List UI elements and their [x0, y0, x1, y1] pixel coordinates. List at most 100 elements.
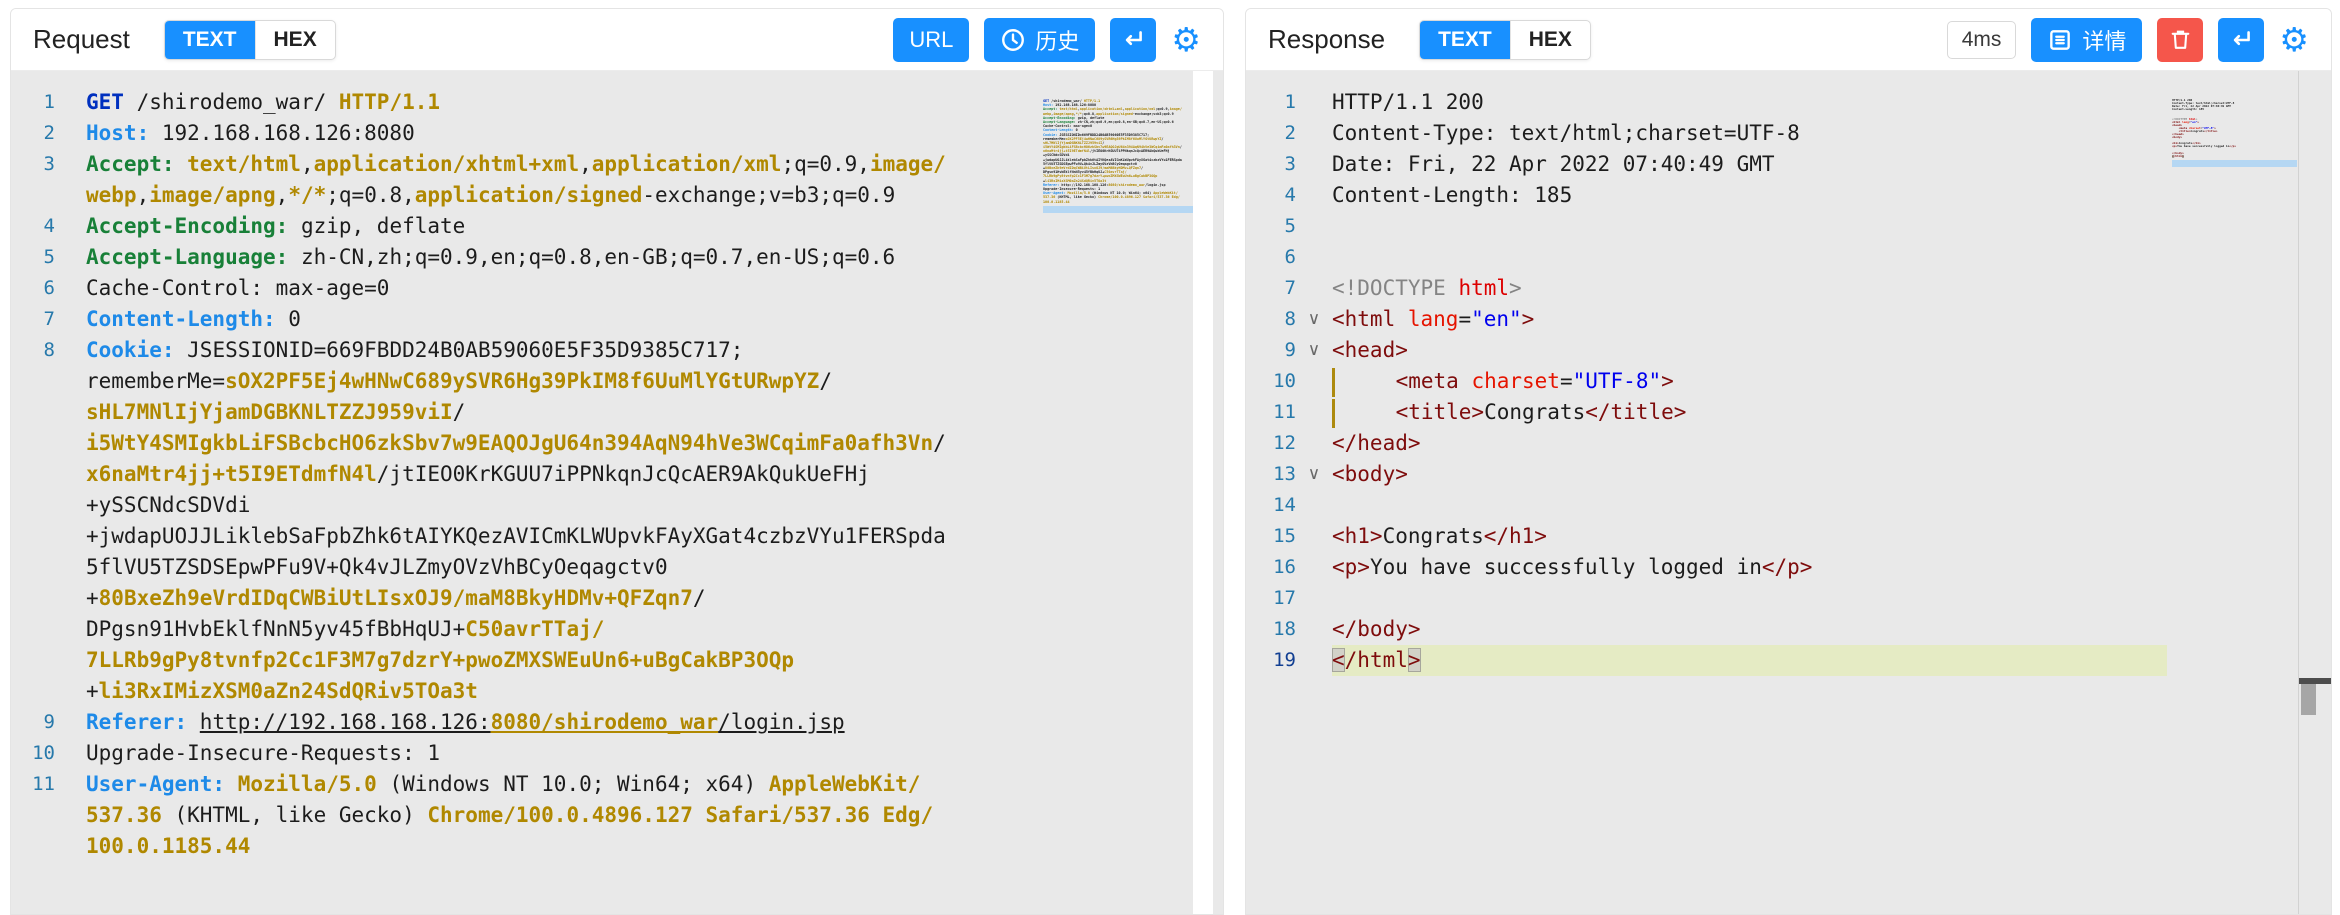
response-editor[interactable]: 1HTTP/1.1 2002Content-Type: text/html;ch… [1246, 71, 2331, 914]
code-text[interactable]: Upgrade-Insecure-Requests: 1 [86, 738, 1223, 769]
response-code[interactable]: 1HTTP/1.1 2002Content-Type: text/html;ch… [1246, 71, 2331, 676]
code-text[interactable]: <h1>Congrats</h1> [1332, 521, 2167, 552]
code-text[interactable]: User-Agent: Mozilla/5.0 (Windows NT 10.0… [86, 769, 1223, 800]
code-line[interactable]: 14 [1246, 490, 2167, 521]
code-text[interactable] [1332, 211, 2167, 242]
code-line[interactable]: 9Referer: http://192.168.168.126:8080/sh… [11, 707, 1223, 738]
code-line[interactable]: 5Accept-Language: zh-CN,zh;q=0.9,en;q=0.… [11, 242, 1223, 273]
code-line[interactable]: 6Cache-Control: max-age=0 [11, 273, 1223, 304]
code-text[interactable]: 7LLRb9gPy8tvnfp2Cc1F3M7g7dzrY+pwoZMXSWEu… [86, 645, 1223, 676]
code-text[interactable]: i5WtY4SMIgkbLiFSBcbcHO6zkSbv7w9EAQOJgU64… [86, 428, 1223, 459]
code-text[interactable]: <p>You have successfully logged in</p> [1332, 552, 2167, 583]
code-text[interactable]: <title>Congrats</title> [1332, 397, 2167, 428]
code-line[interactable]: x6naMtr4jj+t5I9ETdmfN4l/jtIEO0KrKGUU7iPP… [11, 459, 1223, 490]
code-line[interactable]: 7<!DOCTYPE html> [1246, 273, 2167, 304]
code-line[interactable]: 7LLRb9gPy8tvnfp2Cc1F3M7g7dzrY+pwoZMXSWEu… [11, 645, 1223, 676]
code-text[interactable]: +li3RxIMizXSM0aZn24SdQRiv5TOa3t [86, 676, 1223, 707]
request-minimap[interactable]: GET /shirodemo_war/ HTTP/1.1Host: 192.16… [1043, 99, 1193, 213]
send-enter-button[interactable] [1110, 18, 1156, 62]
code-line[interactable]: 1GET /shirodemo_war/ HTTP/1.1 [11, 87, 1223, 118]
code-text[interactable]: +jwdapUOJJLiklebSaFpbZhk6tAIYKQezAVICmKL… [86, 521, 1223, 552]
code-line[interactable]: 17 [1246, 583, 2167, 614]
code-line[interactable]: 16<p>You have successfully logged in</p> [1246, 552, 2167, 583]
code-line[interactable]: 537.36 (KHTML, like Gecko) Chrome/100.0.… [11, 800, 1223, 831]
code-text[interactable]: Cookie: JSESSIONID=669FBDD24B0AB59060E5F… [86, 335, 1223, 366]
code-text[interactable] [1332, 583, 2167, 614]
code-line[interactable]: 10 <meta charset="UTF-8"> [1246, 366, 2167, 397]
code-text[interactable]: HTTP/1.1 200 [1332, 87, 2167, 118]
code-line[interactable]: 4Content-Length: 185 [1246, 180, 2167, 211]
code-line[interactable]: 8∨<html lang="en"> [1246, 304, 2167, 335]
code-text[interactable]: </body> [1332, 614, 2167, 645]
code-text[interactable]: <meta charset="UTF-8"> [1332, 366, 2167, 397]
code-text[interactable]: +ySSCNdcSDVdi [86, 490, 1223, 521]
code-line[interactable]: i5WtY4SMIgkbLiFSBcbcHO6zkSbv7w9EAQOJgU64… [11, 428, 1223, 459]
code-line[interactable]: 11 <title>Congrats</title> [1246, 397, 2167, 428]
code-text[interactable]: Content-Type: text/html;charset=UTF-8 [1332, 118, 2167, 149]
code-text[interactable]: rememberMe=sOX2PF5Ej4wHNwC689ySVR6Hg39Pk… [86, 366, 1223, 397]
code-text[interactable]: <html lang="en"> [1332, 304, 2167, 335]
code-text[interactable]: DPgsn91HvbEklfNnN5yv45fBbHqUJ+C50avrTTaj… [86, 614, 1223, 645]
code-text[interactable]: Cache-Control: max-age=0 [86, 273, 1223, 304]
code-line[interactable]: 10Upgrade-Insecure-Requests: 1 [11, 738, 1223, 769]
code-text[interactable]: 537.36 (KHTML, like Gecko) Chrome/100.0.… [86, 800, 1223, 831]
response-scrollbar-track[interactable] [2298, 71, 2331, 914]
code-text[interactable] [1332, 242, 2167, 273]
code-text[interactable]: Content-Length: 0 [86, 304, 1223, 335]
code-line[interactable]: 18</body> [1246, 614, 2167, 645]
code-text[interactable]: <head> [1332, 335, 2167, 366]
tab-hex[interactable]: HEX [255, 21, 335, 59]
code-line[interactable]: rememberMe=sOX2PF5Ej4wHNwC689ySVR6Hg39Pk… [11, 366, 1223, 397]
code-line[interactable]: 2Host: 192.168.168.126:8080 [11, 118, 1223, 149]
tab-hex[interactable]: HEX [1510, 21, 1590, 59]
fold-chevron-icon[interactable]: ∨ [1296, 459, 1332, 490]
history-button[interactable]: 历史 [984, 18, 1095, 62]
code-text[interactable]: <!DOCTYPE html> [1332, 273, 2167, 304]
code-line[interactable]: +80BxeZh9eVrdIDqCWBiUtLIsxOJ9/maM8BkyHDM… [11, 583, 1223, 614]
url-button[interactable]: URL [893, 18, 969, 62]
code-line[interactable]: DPgsn91HvbEklfNnN5yv45fBbHqUJ+C50avrTTaj… [11, 614, 1223, 645]
detail-button[interactable]: 详情 [2031, 18, 2142, 62]
response-minimap[interactable]: HTTP/1.1 200Content-Type: text/html;char… [2172, 99, 2297, 167]
request-settings-button[interactable]: ⚙ [1171, 23, 1201, 56]
fold-chevron-icon[interactable]: ∨ [1296, 304, 1332, 335]
code-text[interactable]: Date: Fri, 22 Apr 2022 07:40:49 GMT [1332, 149, 2167, 180]
code-text[interactable]: x6naMtr4jj+t5I9ETdmfN4l/jtIEO0KrKGUU7iPP… [86, 459, 1223, 490]
code-text[interactable]: 5flVU5TZSDSEpwPFu9V+Qk4vJLZmyOVzVhBCyOeq… [86, 552, 1223, 583]
tab-text[interactable]: TEXT [1420, 21, 1510, 59]
code-line[interactable]: 6 [1246, 242, 2167, 273]
code-line[interactable]: webp,image/apng,*/*;q=0.8,application/si… [11, 180, 1223, 211]
code-line[interactable]: +jwdapUOJJLiklebSaFpbZhk6tAIYKQezAVICmKL… [11, 521, 1223, 552]
code-text[interactable]: sHL7MNlIjYjamDGBKNLTZZJ959viI/ [86, 397, 1223, 428]
code-line[interactable]: 7Content-Length: 0 [11, 304, 1223, 335]
tab-text[interactable]: TEXT [165, 21, 255, 59]
send-enter-button[interactable] [2218, 18, 2264, 62]
code-line[interactable]: 11User-Agent: Mozilla/5.0 (Windows NT 10… [11, 769, 1223, 800]
code-line[interactable]: 3Accept: text/html,application/xhtml+xml… [11, 149, 1223, 180]
request-scrollbar-track[interactable] [1193, 71, 1213, 914]
code-line[interactable]: 19</html> [1246, 645, 2167, 676]
code-text[interactable]: 100.0.1185.44 [86, 831, 1223, 862]
code-text[interactable]: Accept-Language: zh-CN,zh;q=0.9,en;q=0.8… [86, 242, 1223, 273]
code-text[interactable]: Referer: http://192.168.168.126:8080/shi… [86, 707, 1223, 738]
request-code[interactable]: 1GET /shirodemo_war/ HTTP/1.12Host: 192.… [11, 71, 1223, 862]
code-line[interactable]: sHL7MNlIjYjamDGBKNLTZZJ959viI/ [11, 397, 1223, 428]
fold-chevron-icon[interactable]: ∨ [1296, 335, 1332, 366]
code-line[interactable]: 13∨<body> [1246, 459, 2167, 490]
code-text[interactable]: <body> [1332, 459, 2167, 490]
code-line[interactable]: 1HTTP/1.1 200 [1246, 87, 2167, 118]
delete-button[interactable] [2157, 18, 2203, 62]
response-scrollbar-thumb[interactable] [2301, 684, 2316, 715]
code-text[interactable]: Content-Length: 185 [1332, 180, 2167, 211]
code-line[interactable]: +ySSCNdcSDVdi [11, 490, 1223, 521]
code-line[interactable]: 5 [1246, 211, 2167, 242]
code-line[interactable]: 3Date: Fri, 22 Apr 2022 07:40:49 GMT [1246, 149, 2167, 180]
code-line[interactable]: +li3RxIMizXSM0aZn24SdQRiv5TOa3t [11, 676, 1223, 707]
code-line[interactable]: 9∨<head> [1246, 335, 2167, 366]
code-text[interactable]: </html> [1332, 645, 2167, 676]
code-line[interactable]: 8Cookie: JSESSIONID=669FBDD24B0AB59060E5… [11, 335, 1223, 366]
response-settings-button[interactable]: ⚙ [2279, 23, 2309, 56]
code-line[interactable]: 100.0.1185.44 [11, 831, 1223, 862]
minimap-viewport-bar[interactable] [1043, 206, 1193, 213]
code-line[interactable]: 15<h1>Congrats</h1> [1246, 521, 2167, 552]
